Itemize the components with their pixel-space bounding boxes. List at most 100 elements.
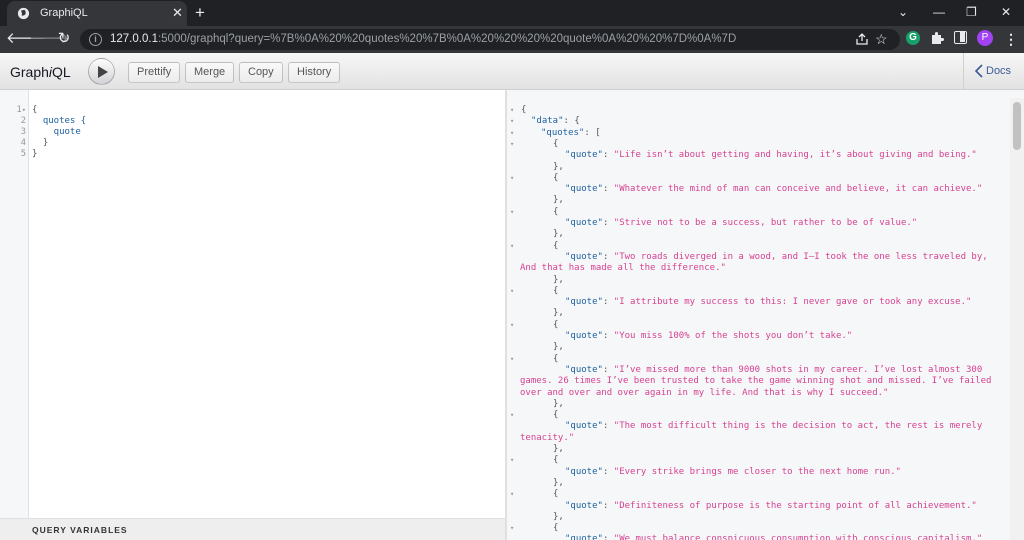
fold-marker[interactable]: ▾ — [510, 320, 514, 331]
execute-query-button[interactable] — [88, 58, 115, 85]
result-line: }, — [553, 229, 564, 240]
result-line: { — [553, 523, 559, 534]
chevron-left-icon — [974, 64, 983, 78]
merge-button[interactable]: Merge — [185, 62, 235, 83]
result-line: And that has made all the difference." — [520, 263, 726, 274]
result-line: { — [553, 489, 559, 500]
result-line: "quote": "Every strike brings me closer … — [565, 466, 901, 477]
result-line: }, — [553, 342, 564, 353]
minimize-icon[interactable]: — — [933, 3, 945, 21]
graphiql-topbar: GraphiQL Prettify Merge Copy History — [0, 53, 1024, 90]
browser-toolbar: 🡐 🡒 ↻ i 127.0.0.1:5000/graphql?query=%7B… — [0, 26, 1024, 53]
fold-marker[interactable]: ▾ — [510, 354, 514, 365]
fold-marker[interactable]: ▾ — [510, 410, 514, 421]
result-line: "quote": "We must balance conspicuous co… — [565, 534, 983, 540]
query-line[interactable]: } — [32, 138, 48, 149]
graphiql-logo: GraphiQL — [10, 64, 71, 80]
fold-marker[interactable]: ▾ — [510, 207, 514, 218]
play-icon — [98, 66, 108, 78]
restore-icon[interactable]: ❐ — [966, 3, 977, 21]
fold-marker[interactable]: ▾ — [510, 139, 514, 150]
result-line: tenacity." — [520, 432, 575, 443]
result-line: over and over and over again in my life.… — [520, 387, 889, 398]
result-line: "quotes": [ — [541, 127, 601, 138]
fold-marker[interactable]: ▾ — [510, 455, 514, 466]
browser-tab[interactable]: GraphiQL ✕ — [7, 1, 187, 26]
result-line: }, — [553, 511, 564, 522]
result-line: { — [553, 206, 559, 217]
result-line: "quote": "Whatever the mind of man can c… — [565, 184, 983, 195]
query-editor[interactable]: 1▾ 2 3 4 5 { quotes { quote } } QUERY VA… — [0, 90, 505, 540]
globe-icon — [17, 7, 30, 20]
tab-close-icon[interactable]: ✕ — [172, 5, 183, 21]
line-number: 5 — [20, 149, 26, 159]
tab-title: GraphiQL — [40, 7, 88, 19]
result-line: "data": { — [531, 116, 580, 127]
result-viewer: ▾ { ▾ "data": { ▾ "quotes": [ ▾ { "quote": "Life… — [507, 90, 1024, 540]
forward-arrow-icon[interactable]: 🡒 — [29, 29, 69, 49]
scrollbar-thumb[interactable] — [1013, 102, 1021, 150]
line-number: 3 — [20, 127, 26, 137]
result-line: }, — [553, 444, 564, 454]
browser-menu-icon[interactable]: ⋮ — [1004, 29, 1018, 49]
result-line: { — [553, 455, 559, 466]
result-line: }, — [553, 161, 564, 172]
docs-label: Docs — [986, 65, 1012, 77]
result-line: games. 26 times I’ve been trusted to tak… — [520, 376, 992, 387]
fold-marker[interactable]: ▾ — [510, 489, 514, 500]
result-scrollbar[interactable] — [1010, 98, 1024, 540]
grammarly-extension-icon[interactable]: G — [906, 31, 920, 45]
address-bar[interactable]: i 127.0.0.1:5000/graphql?query=%7B%0A%20… — [80, 29, 900, 50]
profile-avatar[interactable]: P — [977, 30, 993, 46]
result-line: "quote": "I attribute my success to this… — [565, 297, 972, 308]
fold-marker[interactable]: ▾ — [510, 523, 514, 534]
result-line: "quote": "Two roads diverged in a wood, … — [565, 251, 988, 262]
line-number: 1▾ — [16, 105, 26, 115]
history-button[interactable]: History — [288, 62, 341, 83]
reload-icon[interactable]: ↻ — [53, 29, 75, 49]
result-line: { — [553, 240, 559, 251]
query-line[interactable]: quote — [32, 127, 81, 138]
line-number: 2 — [20, 116, 26, 126]
share-icon[interactable] — [855, 32, 869, 46]
tab-search-icon[interactable]: ⌄ — [898, 3, 908, 21]
result-line: "quote": "Strive not to be a success, bu… — [565, 218, 918, 228]
fold-marker[interactable]: ▾ — [510, 116, 514, 127]
result-line: { — [553, 138, 559, 149]
fold-marker[interactable]: ▾ — [510, 173, 514, 184]
result-line: "quote": "Definiteness of purpose is the… — [565, 500, 977, 511]
query-variables-bar[interactable]: QUERY VARIABLES — [0, 518, 505, 540]
result-line: { — [553, 353, 559, 364]
extensions-puzzle-icon[interactable] — [930, 31, 944, 45]
result-line: "quote": "You miss 100% of the shots you… — [565, 331, 853, 341]
result-line: "quote": "Life isn’t about getting and h… — [565, 150, 977, 161]
result-line: }, — [553, 477, 564, 488]
docs-button[interactable]: Docs — [963, 53, 1024, 90]
new-tab-button[interactable]: + — [195, 3, 205, 23]
url-text[interactable]: 127.0.0.1:5000/graphql?query=%7B%0A%20%2… — [110, 33, 736, 45]
result-line: }, — [553, 274, 564, 285]
close-window-icon[interactable]: ✕ — [1001, 3, 1011, 21]
result-line: { — [553, 319, 559, 330]
fold-marker[interactable]: ▾ — [510, 286, 514, 297]
line-number: 4 — [20, 138, 26, 148]
back-arrow-icon[interactable]: 🡐 — [6, 29, 46, 49]
result-line: "quote": "I’ve missed more than 9000 sho… — [565, 364, 983, 375]
fold-marker[interactable]: ▾ — [510, 241, 514, 252]
fold-marker[interactable]: ▾ — [510, 128, 514, 139]
query-line[interactable]: } — [32, 149, 37, 160]
copy-button[interactable]: Copy — [239, 62, 283, 83]
result-line: }, — [553, 195, 564, 206]
side-panel-icon[interactable] — [954, 31, 967, 44]
fold-marker[interactable]: ▾ — [510, 105, 514, 116]
query-gutter: 1▾ 2 3 4 5 — [0, 90, 29, 518]
prettify-button[interactable]: Prettify — [128, 62, 181, 83]
result-line: }, — [553, 308, 564, 319]
result-line: { — [521, 105, 527, 115]
query-line[interactable]: { — [32, 105, 37, 116]
bookmark-star-icon[interactable]: ☆ — [875, 30, 888, 48]
site-info-icon[interactable]: i — [89, 33, 102, 46]
browser-tabstrip: GraphiQL ✕ + ⌄ — ❐ ✕ — [0, 0, 1024, 26]
result-line: { — [553, 285, 559, 296]
query-line[interactable]: quotes { — [32, 116, 86, 127]
